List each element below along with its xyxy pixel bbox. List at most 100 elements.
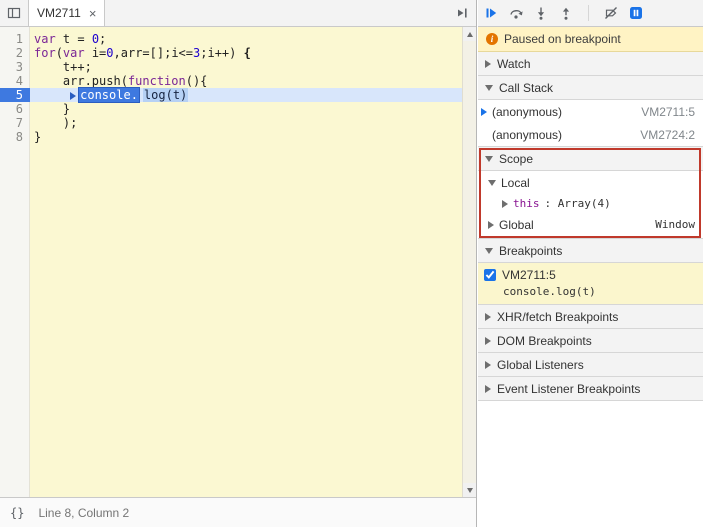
section-header-dom-breakpoints[interactable]: DOM Breakpoints: [478, 329, 703, 353]
code-token: log(t): [143, 88, 188, 102]
breakpoint-snippet[interactable]: console.log(t): [478, 284, 703, 300]
code-token: var: [63, 46, 85, 60]
execution-marker-icon: [70, 92, 76, 100]
code-text[interactable]: arr.push(function(){: [30, 74, 207, 88]
breakpoint-entry: VM2711:5 console.log(t): [478, 263, 703, 305]
code-lines: 1var t = 0;2for(var i=0,arr=[];i<=3;i++)…: [0, 32, 462, 144]
status-bar: {} Line 8, Column 2: [0, 497, 476, 527]
disclosure-triangle-icon: [485, 361, 491, 369]
tab-vm2711[interactable]: VM2711 ×: [28, 0, 105, 26]
scope-section: Scope Local this: Array(4) Global Window: [478, 147, 703, 239]
step-into-icon[interactable]: [534, 6, 548, 20]
paused-message: Paused on breakpoint: [504, 32, 621, 46]
section-header-global-listeners[interactable]: Global Listeners: [478, 353, 703, 377]
code-token: for: [34, 46, 56, 60]
code-token: console.: [78, 87, 140, 103]
frame-name: (anonymous): [492, 128, 640, 142]
breakpoint-checkbox[interactable]: [484, 269, 496, 281]
gutter-line-number[interactable]: 8: [0, 130, 30, 144]
info-icon: i: [486, 33, 498, 45]
code-token: }: [34, 102, 70, 116]
frame-name: (anonymous): [492, 105, 641, 119]
section-title: DOM Breakpoints: [497, 334, 592, 348]
pause-on-exceptions-icon[interactable]: [629, 6, 643, 20]
tab-label: VM2711: [37, 6, 81, 20]
code-text[interactable]: );: [30, 116, 77, 130]
pretty-print-button[interactable]: {}: [10, 506, 24, 520]
section-header-event-listener-breakpoints[interactable]: Event Listener Breakpoints: [478, 377, 703, 401]
code-text[interactable]: for(var i=0,arr=[];i<=3;i++) {: [30, 46, 251, 60]
section-header-xhr-fetch-breakpoints[interactable]: XHR/fetch Breakpoints: [478, 305, 703, 329]
toggle-navigator-icon[interactable]: [0, 0, 28, 26]
section-title: XHR/fetch Breakpoints: [497, 310, 618, 324]
breakpoint-location[interactable]: VM2711:5: [502, 268, 556, 282]
code-token: ;: [99, 32, 106, 46]
gutter-line-number[interactable]: 7: [0, 116, 30, 130]
code-token: arr.push(: [34, 74, 128, 88]
collapse-debugger-panel-icon[interactable]: [448, 0, 476, 26]
step-over-icon[interactable]: [509, 6, 523, 20]
code-line: 5 console.log(t): [0, 88, 462, 102]
code-text[interactable]: t++;: [30, 60, 92, 74]
scroll-up-button[interactable]: [463, 27, 476, 41]
code-token: t++;: [34, 60, 92, 74]
resume-icon[interactable]: [484, 6, 498, 20]
more-sections: XHR/fetch Breakpoints DOM Breakpoints Glob…: [478, 305, 703, 401]
section-title: Breakpoints: [499, 244, 562, 258]
scope-this-row[interactable]: this: Array(4): [478, 193, 703, 214]
scope-global-value: Window: [655, 218, 703, 231]
gutter-line-number[interactable]: 4: [0, 74, 30, 88]
cursor-position: Line 8, Column 2: [38, 506, 129, 520]
code-token: [34, 88, 70, 102]
scroll-down-icon: [467, 488, 473, 493]
code-token: 0: [106, 46, 113, 60]
scroll-down-button[interactable]: [463, 483, 476, 497]
call-stack-frames: (anonymous)VM2711:5(anonymous)VM2724:2: [478, 100, 703, 147]
code-text[interactable]: }: [30, 102, 70, 116]
scope-local-row[interactable]: Local: [478, 172, 703, 193]
frame-location: VM2711:5: [641, 105, 695, 119]
code-token: }: [34, 130, 41, 144]
code-token: function: [128, 74, 186, 88]
section-header-call-stack[interactable]: Call Stack: [478, 76, 703, 100]
navigator-panel-icon: [7, 6, 21, 20]
gutter-line-number[interactable]: 1: [0, 32, 30, 46]
editor-panel: VM2711 × 1var t = 0;2for(var i=0,arr=[];…: [0, 0, 477, 527]
scope-tree: Local this: Array(4) Global Window: [478, 171, 703, 239]
code-token: ,arr=[];i<=: [114, 46, 193, 60]
call-stack-frame[interactable]: (anonymous)VM2724:2: [478, 123, 703, 146]
code-token: ;i++): [200, 46, 243, 60]
gutter-line-number[interactable]: 3: [0, 60, 30, 74]
section-header-watch[interactable]: Watch: [478, 52, 703, 76]
section-title: Scope: [499, 152, 533, 166]
scope-global-row[interactable]: Global Window: [478, 214, 703, 235]
active-frame-marker-icon: [481, 108, 487, 116]
call-stack-frame[interactable]: (anonymous)VM2711:5: [478, 100, 703, 123]
code-token: var: [34, 32, 56, 46]
disclosure-triangle-icon: [488, 221, 494, 229]
breakpoint-row[interactable]: VM2711:5: [478, 266, 703, 284]
code-text[interactable]: console.log(t): [30, 88, 188, 102]
gutter-line-number[interactable]: 6: [0, 102, 30, 116]
scope-global-label: Global: [499, 218, 534, 232]
code-editor[interactable]: 1var t = 0;2for(var i=0,arr=[];i<=3;i++)…: [0, 27, 476, 497]
section-title: Call Stack: [499, 81, 553, 95]
section-header-breakpoints[interactable]: Breakpoints: [478, 239, 703, 263]
info-icon-glyph: i: [491, 34, 494, 44]
section-title: Global Listeners: [497, 358, 584, 372]
code-text[interactable]: }: [30, 130, 41, 144]
gutter-line-number[interactable]: 5: [0, 88, 30, 102]
editor-scrollbar[interactable]: [462, 27, 476, 497]
property-value: : Array(4): [545, 197, 611, 210]
code-line: 8}: [0, 130, 462, 144]
code-line: 7 );: [0, 116, 462, 130]
gutter-line-number[interactable]: 2: [0, 46, 30, 60]
section-title: Watch: [497, 57, 531, 71]
section-header-scope[interactable]: Scope: [478, 147, 703, 171]
code-text[interactable]: var t = 0;: [30, 32, 106, 46]
step-out-icon[interactable]: [559, 6, 573, 20]
deactivate-breakpoints-icon[interactable]: [604, 6, 618, 20]
tab-close-icon[interactable]: ×: [89, 7, 97, 20]
paused-message-bar: i Paused on breakpoint: [478, 27, 703, 52]
code-token: i=: [85, 46, 107, 60]
